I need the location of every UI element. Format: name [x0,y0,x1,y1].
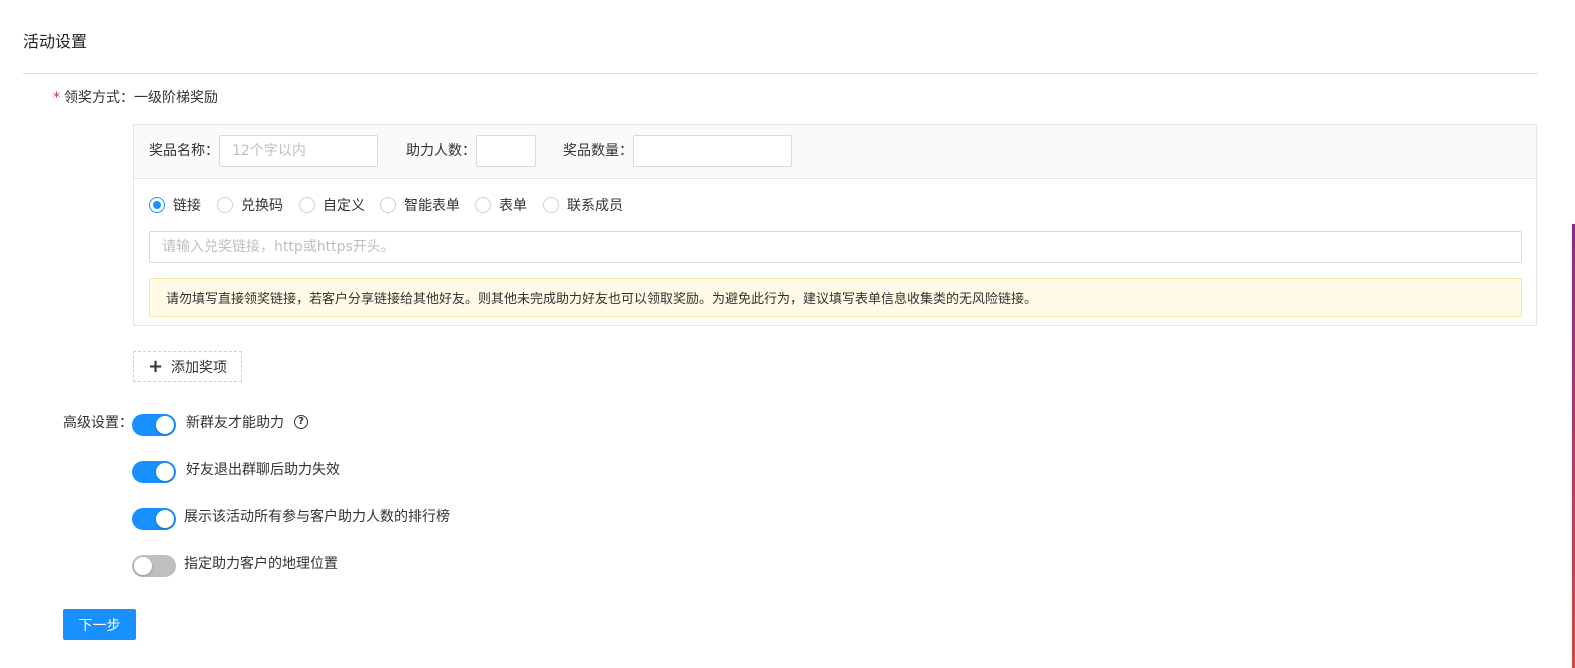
option-geo-location: 指定助力客户的地理位置 [184,556,338,572]
prize-type-contact-member[interactable]: 联系成员 [543,195,623,215]
option-exit-invalidates: 好友退出群聊后助力失效 [186,462,340,478]
radio-label: 兑换码 [241,198,283,214]
prize-quantity-label: 奖品数量： [563,143,633,159]
prize-type-custom[interactable]: 自定义 [299,195,365,215]
radio-icon [217,197,233,213]
section-divider [23,73,1538,74]
add-prize-button[interactable]: + 添加奖项 [133,351,242,382]
toggle-exit-invalidates[interactable] [132,461,176,483]
helpers-count-input[interactable] [476,135,536,167]
radio-label: 表单 [499,198,527,214]
link-warning-alert: 请勿填写直接领奖链接，若客户分享链接给其他好友。则其他未完成助力好友也可以领取奖… [149,278,1522,317]
radio-label: 自定义 [323,198,365,214]
option-label: 新群友才能助力 [186,415,284,431]
switch-knob [134,557,152,575]
radio-icon [299,197,315,213]
section-title: 活动设置 [23,32,88,51]
warning-text: 请勿填写直接领奖链接，若客户分享链接给其他好友。则其他未完成助力好友也可以领取奖… [166,292,1038,307]
prize-name-input[interactable] [219,135,378,167]
required-mark: * [53,90,60,106]
redeem-link-input[interactable] [149,231,1522,263]
prize-type-smart-form[interactable]: 智能表单 [380,195,460,215]
next-step-button[interactable]: 下一步 [63,609,136,640]
prize-name-label: 奖品名称： [149,143,219,159]
add-prize-label: 添加奖项 [171,359,228,376]
prize-type-link[interactable]: 链接 [149,195,201,215]
radio-icon [380,197,396,213]
prize-type-form[interactable]: 表单 [475,195,527,215]
toggle-geo-location[interactable] [132,555,176,577]
reward-mode-value: 一级阶梯奖励 [134,90,218,106]
radio-label: 联系成员 [567,198,623,214]
radio-icon [475,197,491,213]
prize-quantity-input[interactable] [633,135,792,167]
reward-mode-label: * 领奖方式：一级阶梯奖励 [53,88,218,108]
reward-mode-label-text: 领奖方式： [64,90,134,106]
prize-panel: 奖品名称： 助力人数： 奖品数量： 链接 兑换码 自定义 智能表单 表单 联系成… [133,124,1537,326]
switch-knob [156,463,174,481]
switch-knob [156,510,174,528]
advanced-settings-label: 高级设置： [63,415,133,431]
prize-header: 奖品名称： 助力人数： 奖品数量： [134,125,1536,179]
radio-icon [543,197,559,213]
switch-knob [156,416,174,434]
toggle-new-members-only[interactable] [132,414,176,436]
radio-label: 链接 [173,198,201,214]
plus-icon: + [147,355,164,377]
helpers-count-label: 助力人数： [406,143,476,159]
option-new-members-only: 新群友才能助力? [186,413,308,433]
radio-label: 智能表单 [404,198,460,214]
prize-type-redeem-code[interactable]: 兑换码 [217,195,283,215]
toggle-show-leaderboard[interactable] [132,508,176,530]
question-circle-icon[interactable]: ? [294,415,308,429]
option-show-leaderboard: 展示该活动所有参与客户助力人数的排行榜 [184,509,450,525]
radio-checked-icon [149,197,165,213]
